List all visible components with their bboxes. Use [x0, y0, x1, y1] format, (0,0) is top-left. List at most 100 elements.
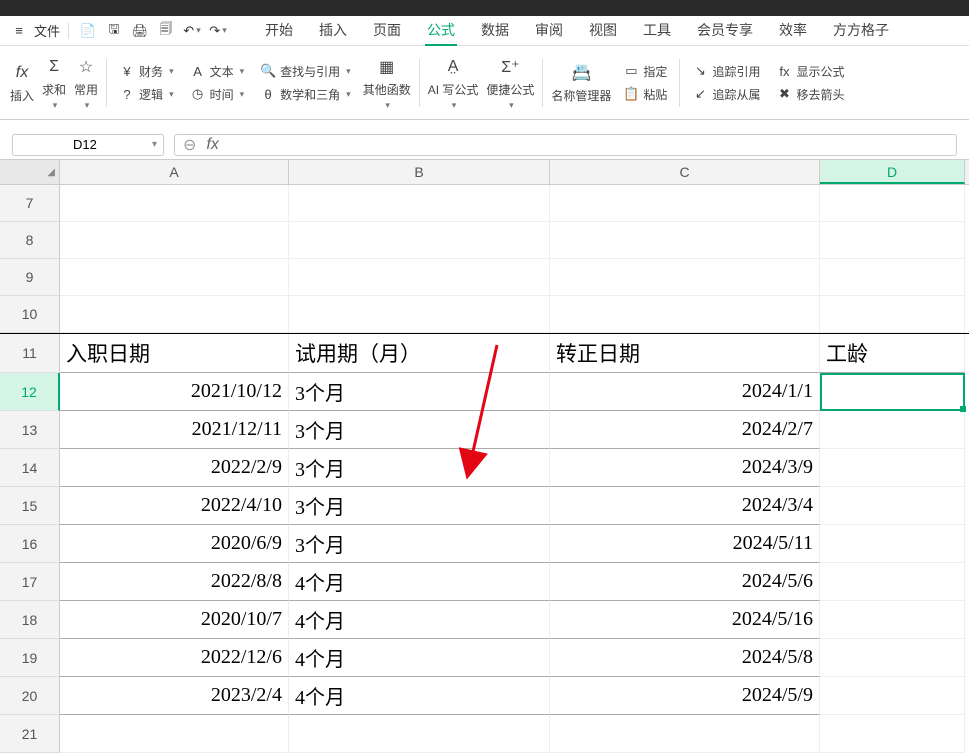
tab-squaregrid[interactable]: 方方格子	[831, 16, 891, 46]
cell-A10[interactable]	[60, 296, 289, 333]
cell-D8[interactable]	[820, 222, 965, 259]
cell-C12[interactable]: 2024/1/1	[550, 373, 820, 411]
preview-icon[interactable]: 🗐	[155, 20, 177, 42]
row-header[interactable]: 21	[0, 715, 60, 753]
tab-efficiency[interactable]: 效率	[777, 16, 809, 46]
cell-C7[interactable]	[550, 185, 820, 222]
time-button[interactable]: ◷时间	[190, 86, 245, 103]
logic-button[interactable]: ?逻辑	[119, 86, 174, 103]
cell-A12[interactable]: 2021/10/12	[60, 373, 289, 411]
cell-A18[interactable]: 2020/10/7	[60, 601, 289, 639]
cell-A14[interactable]: 2022/2/9	[60, 449, 289, 487]
cell-B9[interactable]	[289, 259, 550, 296]
cell-C21[interactable]	[550, 715, 820, 753]
column-header-d[interactable]: D	[820, 160, 965, 184]
undo-icon[interactable]: ↶	[181, 20, 203, 42]
cell-D10[interactable]	[820, 296, 965, 333]
cell-B21[interactable]	[289, 715, 550, 753]
row-header[interactable]: 10	[0, 296, 60, 333]
row-header[interactable]: 19	[0, 639, 60, 677]
cell-C17[interactable]: 2024/5/6	[550, 563, 820, 601]
name-box[interactable]: D12 ▾	[12, 134, 164, 156]
row-header[interactable]: 12	[0, 373, 60, 411]
cell-A16[interactable]: 2020/6/9	[60, 525, 289, 563]
trace-ref-button[interactable]: ↘追踪引用	[692, 63, 760, 80]
cell-B8[interactable]	[289, 222, 550, 259]
cell-B11[interactable]: 试用期（月）	[289, 334, 550, 373]
cell-C20[interactable]: 2024/5/9	[550, 677, 820, 715]
cell-D17[interactable]	[820, 563, 965, 601]
cell-C18[interactable]: 2024/5/16	[550, 601, 820, 639]
cell-D21[interactable]	[820, 715, 965, 753]
cell-A9[interactable]	[60, 259, 289, 296]
cell-B18[interactable]: 4个月	[289, 601, 550, 639]
show-fx-button[interactable]: fx显示公式	[776, 63, 844, 80]
save-icon[interactable]: 📄	[77, 20, 99, 42]
cell-C8[interactable]	[550, 222, 820, 259]
cell-A17[interactable]: 2022/8/8	[60, 563, 289, 601]
cell-D20[interactable]	[820, 677, 965, 715]
row-header[interactable]: 20	[0, 677, 60, 715]
cell-A20[interactable]: 2023/2/4	[60, 677, 289, 715]
row-header[interactable]: 18	[0, 601, 60, 639]
row-header[interactable]: 9	[0, 259, 60, 296]
column-header-a[interactable]: A	[60, 160, 289, 184]
print-icon[interactable]: 🖨	[129, 20, 151, 42]
other-fn-button[interactable]: ▦ 其他函数	[363, 55, 411, 111]
cell-B12[interactable]: 3个月	[289, 373, 550, 411]
column-header-c[interactable]: C	[550, 160, 820, 184]
row-header[interactable]: 16	[0, 525, 60, 563]
tab-insert[interactable]: 插入	[317, 16, 349, 46]
specify-button[interactable]: ▭指定	[623, 63, 667, 80]
tab-formula[interactable]: 公式	[425, 16, 457, 46]
cell-C19[interactable]: 2024/5/8	[550, 639, 820, 677]
cell-D16[interactable]	[820, 525, 965, 563]
cancel-icon[interactable]: ⊖	[183, 135, 196, 155]
sum-button[interactable]: Σ 求和	[42, 55, 66, 111]
cell-A21[interactable]	[60, 715, 289, 753]
file-menu[interactable]: 文件	[34, 21, 60, 40]
cell-B16[interactable]: 3个月	[289, 525, 550, 563]
cell-A8[interactable]	[60, 222, 289, 259]
cell-B10[interactable]	[289, 296, 550, 333]
row-header[interactable]: 8	[0, 222, 60, 259]
trace-dep-button[interactable]: ↙追踪从属	[692, 86, 760, 103]
chevron-down-icon[interactable]: ▾	[152, 139, 157, 150]
math-button[interactable]: θ数学和三角	[260, 86, 351, 103]
cell-C16[interactable]: 2024/5/11	[550, 525, 820, 563]
row-header[interactable]: 7	[0, 185, 60, 222]
formula-input[interactable]: ⊖ fx	[174, 134, 957, 156]
select-all-corner[interactable]: ◢	[0, 160, 60, 184]
redo-icon[interactable]: ↷	[207, 20, 229, 42]
cell-C15[interactable]: 2024/3/4	[550, 487, 820, 525]
cell-A19[interactable]: 2022/12/6	[60, 639, 289, 677]
lookup-button[interactable]: 🔍查找与引用	[260, 63, 351, 80]
remove-arrow-button[interactable]: ✖移去箭头	[776, 86, 844, 103]
insert-fn-button[interactable]: fx 插入	[10, 61, 34, 104]
finance-button[interactable]: ¥财务	[119, 63, 174, 80]
cell-A7[interactable]	[60, 185, 289, 222]
column-header-b[interactable]: B	[289, 160, 550, 184]
row-header[interactable]: 11	[0, 334, 60, 373]
cell-D7[interactable]	[820, 185, 965, 222]
cell-D14[interactable]	[820, 449, 965, 487]
name-manager-button[interactable]: 📇 名称管理器	[551, 61, 611, 104]
cell-D18[interactable]	[820, 601, 965, 639]
cell-D19[interactable]	[820, 639, 965, 677]
row-header[interactable]: 14	[0, 449, 60, 487]
fx-label-icon[interactable]: fx	[206, 136, 218, 154]
cell-D11[interactable]: 工龄	[820, 334, 965, 373]
cell-B13[interactable]: 3个月	[289, 411, 550, 449]
cell-D13[interactable]	[820, 411, 965, 449]
cell-C11[interactable]: 转正日期	[550, 334, 820, 373]
row-header[interactable]: 15	[0, 487, 60, 525]
cell-B15[interactable]: 3个月	[289, 487, 550, 525]
tab-page[interactable]: 页面	[371, 16, 403, 46]
cell-B17[interactable]: 4个月	[289, 563, 550, 601]
cell-D15[interactable]	[820, 487, 965, 525]
cell-A15[interactable]: 2022/4/10	[60, 487, 289, 525]
cell-C14[interactable]: 2024/3/9	[550, 449, 820, 487]
cell-B20[interactable]: 4个月	[289, 677, 550, 715]
text-button[interactable]: A文本	[190, 63, 245, 80]
menu-icon[interactable]: ≡	[8, 20, 30, 42]
